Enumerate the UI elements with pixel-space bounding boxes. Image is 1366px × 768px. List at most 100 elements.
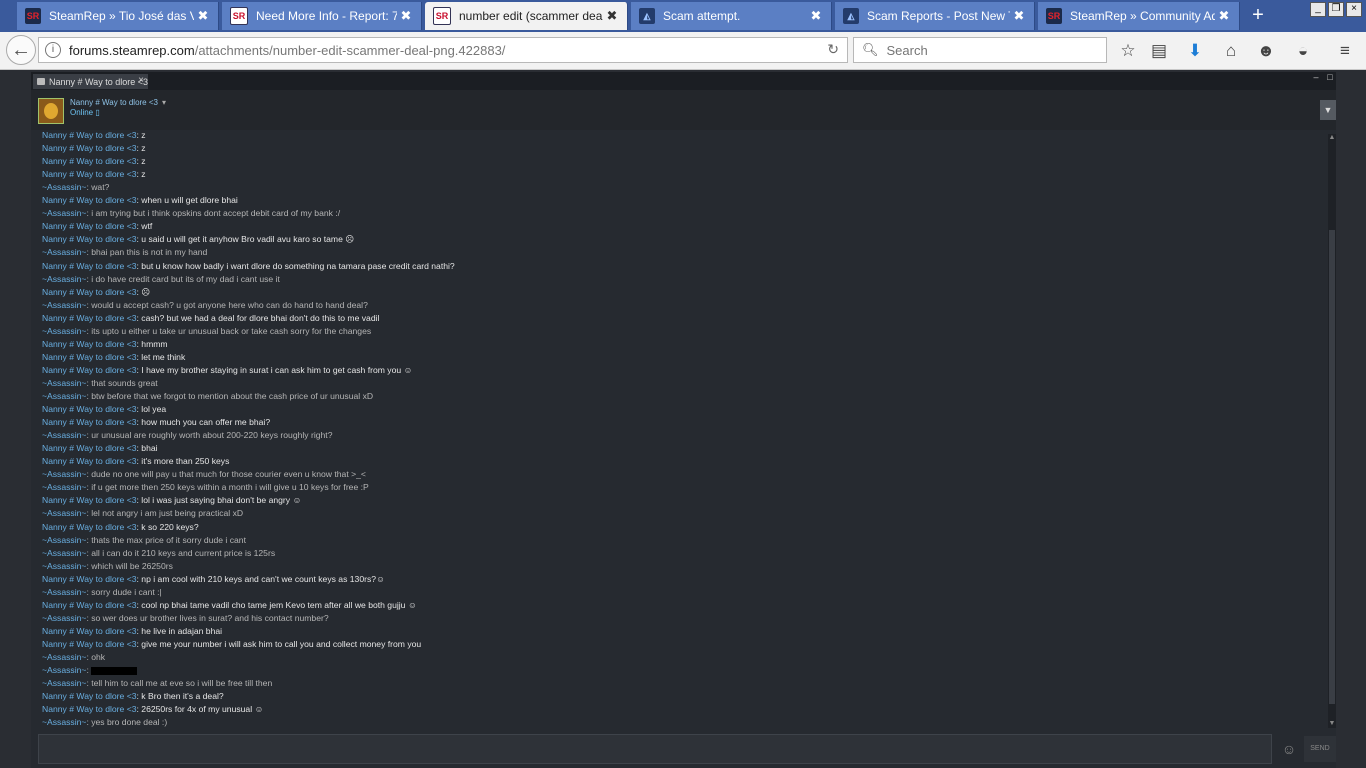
chat-maximize-icon[interactable]: □ (1324, 72, 1336, 82)
message-sender[interactable]: Nanny # Way to dlore <3 (42, 352, 137, 362)
message-text: z (141, 143, 146, 154)
message-sender[interactable]: Nanny # Way to dlore <3 (42, 639, 137, 649)
message-sender[interactable]: Nanny # Way to dlore <3 (42, 495, 137, 505)
tab-close-icon[interactable]: ✖ (603, 8, 621, 24)
message-sender[interactable]: ~Assassin~ (42, 482, 86, 492)
message-text: ur unusual are roughly worth about 200-2… (91, 430, 333, 441)
message-sender[interactable]: Nanny # Way to dlore <3 (42, 404, 137, 414)
message-sender[interactable]: Nanny # Way to dlore <3 (42, 522, 137, 532)
send-button[interactable]: SEND (1304, 736, 1336, 762)
message-sender[interactable]: Nanny # Way to dlore <3 (42, 234, 137, 244)
chat-message: Nanny # Way to dlore <3: lol i was just … (42, 495, 302, 506)
message-sender[interactable]: Nanny # Way to dlore <3 (42, 221, 137, 231)
chat-message-input[interactable] (39, 735, 1271, 763)
pocket-icon[interactable]: ◒ (1292, 40, 1314, 62)
tab-close-icon[interactable]: ✖ (1215, 8, 1233, 24)
message-sender[interactable]: Nanny # Way to dlore <3 (42, 704, 137, 714)
message-sender[interactable]: Nanny # Way to dlore <3 (42, 169, 137, 179)
restore-button[interactable]: ❐ (1328, 2, 1344, 17)
message-sender[interactable]: ~Assassin~ (42, 326, 86, 336)
message-sender[interactable]: ~Assassin~ (42, 182, 86, 192)
bookmark-star-icon[interactable]: ☆ (1117, 40, 1139, 62)
search-input[interactable] (884, 41, 1089, 59)
scroll-down-icon[interactable]: ▼ (1328, 720, 1336, 728)
browser-tab[interactable]: SR SteamRep » Tio José das Va...✖ (17, 2, 219, 30)
reload-icon[interactable]: ↻ (827, 41, 839, 58)
message-sender[interactable]: Nanny # Way to dlore <3 (42, 417, 137, 427)
new-tab-button[interactable]: + (1248, 5, 1268, 26)
browser-tab[interactable]: SR Need More Info - Report: 76...✖ (222, 2, 422, 30)
emoticon-icon[interactable]: ☺ (1278, 738, 1300, 760)
menu-icon[interactable]: ≡ (1334, 40, 1356, 62)
message-sender[interactable]: ~Assassin~ (42, 652, 86, 662)
message-sender[interactable]: Nanny # Way to dlore <3 (42, 365, 137, 375)
chat-message: ~Assassin~: would u accept cash? u got a… (42, 299, 368, 310)
message-sender[interactable]: ~Assassin~ (42, 274, 86, 284)
chat-minimize-icon[interactable]: – (1310, 72, 1322, 82)
url-bar[interactable]: i forums.steamrep.com/attachments/number… (38, 37, 848, 63)
tab-close-icon[interactable]: ✖ (194, 8, 212, 24)
message-sender[interactable]: ~Assassin~ (42, 508, 86, 518)
browser-tab[interactable]: ◭ Scam attempt. ✖ (631, 2, 832, 30)
message-sender[interactable]: ~Assassin~ (42, 208, 86, 218)
tab-close-icon[interactable]: ✖ (397, 8, 415, 24)
friend-name[interactable]: Nanny # Way to dlore <3 ▾ (70, 98, 166, 107)
message-sender[interactable]: Nanny # Way to dlore <3 (42, 443, 137, 453)
message-sender[interactable]: ~Assassin~ (42, 548, 86, 558)
message-sender[interactable]: Nanny # Way to dlore <3 (42, 130, 137, 140)
chat-options-dropdown[interactable]: ▼ (1320, 100, 1336, 120)
chat-tab[interactable]: Nanny # Way to dlore <3 × (33, 74, 148, 89)
browser-tab[interactable]: ◭ Scam Reports - Post New Th...✖ (835, 2, 1035, 30)
message-sender[interactable]: ~Assassin~ (42, 665, 86, 675)
close-window-button[interactable]: × (1346, 2, 1362, 17)
message-sender[interactable]: ~Assassin~ (42, 561, 86, 571)
steamrep-bordered-icon: SR (433, 7, 451, 25)
message-sender[interactable]: Nanny # Way to dlore <3 (42, 339, 137, 349)
message-sender[interactable]: Nanny # Way to dlore <3 (42, 156, 137, 166)
message-text: but u know how badly i want dlore do som… (141, 260, 455, 271)
message-sender[interactable]: Nanny # Way to dlore <3 (42, 313, 137, 323)
tab-close-icon[interactable]: ✖ (807, 8, 825, 24)
download-icon[interactable]: ⬇ (1184, 40, 1206, 62)
scrollbar-thumb[interactable] (1329, 230, 1335, 704)
chevron-down-icon[interactable]: ▾ (162, 98, 166, 107)
message-sender[interactable]: ~Assassin~ (42, 613, 86, 623)
minimize-button[interactable]: _ (1310, 2, 1326, 17)
message-sender[interactable]: ~Assassin~ (42, 247, 86, 257)
browser-tab[interactable]: SR number edit (scammer deal)....✖ (425, 2, 628, 30)
chat-tab-close-icon[interactable]: × (138, 75, 144, 86)
message-sender[interactable]: ~Assassin~ (42, 469, 86, 479)
back-button[interactable]: ← (6, 35, 36, 65)
message-sender[interactable]: Nanny # Way to dlore <3 (42, 287, 137, 297)
message-sender[interactable]: Nanny # Way to dlore <3 (42, 691, 137, 701)
scroll-up-icon[interactable]: ▲ (1328, 134, 1336, 142)
message-sender[interactable]: ~Assassin~ (42, 391, 86, 401)
search-bar[interactable]: 🔍︎ (853, 37, 1107, 63)
message-sender[interactable]: ~Assassin~ (42, 300, 86, 310)
message-sender[interactable]: Nanny # Way to dlore <3 (42, 456, 137, 466)
message-sender[interactable]: Nanny # Way to dlore <3 (42, 143, 137, 153)
home-icon[interactable]: ⌂ (1220, 40, 1242, 62)
message-sender[interactable]: Nanny # Way to dlore <3 (42, 626, 137, 636)
message-sender[interactable]: ~Assassin~ (42, 587, 86, 597)
message-sender[interactable]: ~Assassin~ (42, 717, 86, 727)
friend-avatar[interactable] (38, 98, 64, 124)
message-sender[interactable]: ~Assassin~ (42, 678, 86, 688)
browser-tab[interactable]: SR SteamRep » Community Ad... ✖ (1038, 2, 1240, 30)
forum-icon: ◭ (843, 8, 859, 24)
reading-list-icon[interactable]: ▤ (1148, 40, 1170, 62)
hello-icon[interactable]: ☻ (1255, 40, 1277, 62)
chat-message: ~Assassin~: bhai pan this is not in my h… (42, 247, 208, 258)
info-icon[interactable]: i (45, 42, 61, 58)
chat-scrollbar[interactable]: ▲ ▼ (1328, 134, 1336, 728)
message-sender[interactable]: Nanny # Way to dlore <3 (42, 195, 137, 205)
message-sender[interactable]: Nanny # Way to dlore <3 (42, 600, 137, 610)
message-sender[interactable]: ~Assassin~ (42, 430, 86, 440)
tab-close-icon[interactable]: ✖ (1010, 8, 1028, 24)
message-text: lol yea (141, 404, 167, 415)
message-sender[interactable]: Nanny # Way to dlore <3 (42, 574, 137, 584)
message-sender[interactable]: Nanny # Way to dlore <3 (42, 261, 137, 271)
message-sender[interactable]: ~Assassin~ (42, 378, 86, 388)
message-sender[interactable]: ~Assassin~ (42, 535, 86, 545)
chat-input-area[interactable] (38, 734, 1272, 764)
